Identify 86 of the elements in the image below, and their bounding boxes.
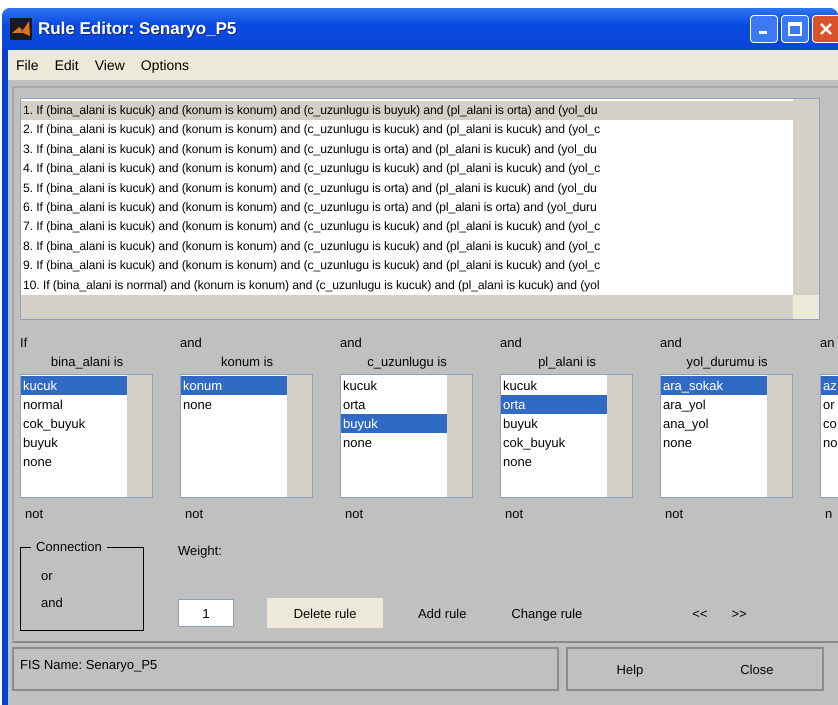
menu-item[interactable]: Options [132, 57, 198, 73]
listbox-item[interactable]: none [661, 433, 767, 452]
listbox-item[interactable]: konum [181, 376, 287, 395]
next-button[interactable]: >> [721, 598, 757, 628]
rule-item[interactable]: 4. If (bina_alani is kucuk) and (konum is konum) and (c_uzunlugu is kucuk) and (pl_alani is kucuk) and (yol_c [21, 159, 793, 179]
listbox-item[interactable]: none [501, 452, 607, 471]
change-rule-button[interactable]: Change rule [501, 598, 592, 628]
weight-field[interactable]: 1 [178, 599, 234, 627]
not-checkbox-label[interactable]: n [825, 506, 832, 521]
listbox-item[interactable]: no [821, 433, 838, 452]
listbox-item[interactable]: normal [21, 395, 127, 414]
close-icon[interactable] [812, 15, 838, 43]
not-checkbox-label[interactable]: not [345, 506, 364, 521]
listbox-item[interactable]: kucuk [21, 376, 127, 395]
variable-label: yol_durumu is [686, 353, 768, 371]
rule-item[interactable]: 5. If (bina_alani is kucuk) and (konum is konum) and (c_uzunlugu is orta) and (pl_alani is kucuk) and (yol_du [21, 178, 793, 198]
group-title: Connection [31, 539, 107, 554]
listbox-item[interactable]: co [821, 414, 838, 433]
menu-item[interactable]: File [8, 57, 47, 73]
listbox-item[interactable]: orta [501, 395, 607, 414]
not-checkbox-label[interactable]: not [665, 506, 684, 521]
rule-item[interactable]: 1. If (bina_alani is kucuk) and (konum is konum) and (c_uzunlugu is buyuk) and (pl_alani is orta) and (yol_du [21, 101, 793, 120]
listbox-item[interactable]: none [181, 395, 287, 414]
window-title: Rule Editor: Senaryo_P5 [38, 19, 238, 39]
help-button[interactable]: Help [606, 654, 654, 684]
rule-item[interactable]: 7. If (bina_alani is kucuk) and (konum is konum) and (c_uzunlugu is kucuk) and (pl_alani is kucuk) and (yol_c [21, 217, 793, 237]
rule-item[interactable]: 2. If (bina_alani is kucuk) and (konum is konum) and (c_uzunlugu is kucuk) and (pl_alani is kucuk) and (yol_c [21, 120, 793, 140]
maximize-icon[interactable] [781, 15, 809, 43]
membership-listbox[interactable]: az or co no [820, 374, 838, 498]
minimize-icon[interactable] [750, 15, 778, 43]
menu-item[interactable]: View [86, 57, 133, 73]
connective-label: and [660, 334, 682, 352]
not-checkbox-label[interactable]: not [505, 506, 524, 521]
scrollbar[interactable] [447, 375, 472, 497]
rule-item[interactable]: 3. If (bina_alani is kucuk) and (konum is konum) and (c_uzunlugu is orta) and (pl_alani is kucuk) and (yol_du [21, 140, 793, 160]
membership-listbox[interactable]: ara_sokak ara_yol ana_yol none [660, 374, 793, 498]
rule-item[interactable]: 9. If (bina_alani is kucuk) and (konum is konum) and (c_uzunlugu is kucuk) and (pl_alani is kucuk) and (yol_c [21, 256, 793, 276]
not-checkbox-label[interactable]: not [25, 506, 44, 521]
listbox-item[interactable]: ara_yol [661, 395, 767, 414]
listbox-item[interactable]: buyuk [501, 414, 607, 433]
connective-label: and [180, 334, 202, 352]
app-logo-icon [10, 18, 32, 40]
not-checkbox-label[interactable]: not [185, 506, 204, 521]
connection-option[interactable]: and [41, 595, 143, 610]
listbox-item[interactable]: orta [341, 395, 447, 414]
connective-label: and [340, 334, 362, 352]
connection-option[interactable]: or [41, 568, 143, 583]
scrollbar-corner [793, 294, 819, 319]
scrollbar[interactable] [287, 375, 312, 497]
add-rule-button[interactable]: Add rule [408, 598, 476, 628]
variable-label: bina_alani is [50, 353, 124, 371]
variable-label: konum is [220, 353, 274, 371]
listbox-item[interactable]: cok_buyuk [21, 414, 127, 433]
scrollbar[interactable] [607, 375, 632, 497]
rule-list[interactable] [20, 98, 820, 320]
listbox-item[interactable]: none [341, 433, 447, 452]
listbox-item[interactable]: kucuk [501, 376, 607, 395]
membership-listbox[interactable]: kucuk normal cok_buyuk buyuk none [20, 374, 153, 498]
rule-item[interactable]: 10. If (bina_alani is normal) and (konum is konum) and (c_uzunlugu is kucuk) and (pl_alani is kucuk) and (yol [21, 276, 793, 295]
listbox-item[interactable]: ana_yol [661, 414, 767, 433]
listbox-item[interactable]: buyuk [21, 433, 127, 452]
rule-item[interactable]: 8. If (bina_alani is kucuk) and (konum is konum) and (c_uzunlugu is kucuk) and (pl_alani is kucuk) and (yol_c [21, 236, 793, 256]
weight-label: Weight: [178, 543, 223, 558]
status-text: FIS Name: Senaryo_P5 [20, 657, 158, 672]
listbox-item[interactable]: none [21, 452, 127, 471]
listbox-item[interactable]: ara_sokak [661, 376, 767, 395]
connective-label: If [20, 334, 28, 352]
rule-item[interactable]: 6. If (bina_alani is kucuk) and (konum is konum) and (c_uzunlugu is orta) and (pl_alani is orta) and (yol_duru [21, 198, 793, 218]
scrollbar[interactable] [127, 375, 152, 497]
membership-listbox[interactable]: konum none [180, 374, 313, 498]
listbox-item[interactable]: cok_buyuk [501, 433, 607, 452]
listbox-item[interactable]: buyuk [341, 414, 447, 433]
delete-rule-button[interactable]: Delete rule [267, 598, 383, 628]
variable-label: pl_alani is [538, 353, 596, 371]
listbox-item[interactable]: or [821, 395, 838, 414]
listbox-item[interactable]: az [821, 376, 838, 395]
previous-button[interactable]: << [682, 598, 718, 628]
scrollbar[interactable] [767, 375, 792, 497]
membership-listbox[interactable]: kucuk orta buyuk cok_buyuk none [500, 374, 633, 498]
membership-listbox[interactable]: kucuk orta buyuk none [340, 374, 473, 498]
connective-label: an [820, 334, 834, 352]
listbox-item[interactable]: kucuk [341, 376, 447, 395]
menu-item[interactable]: Edit [46, 57, 87, 73]
close-button[interactable]: Close [730, 654, 784, 684]
connective-label: and [500, 334, 522, 352]
variable-label: c_uzunlugu is [367, 353, 447, 371]
